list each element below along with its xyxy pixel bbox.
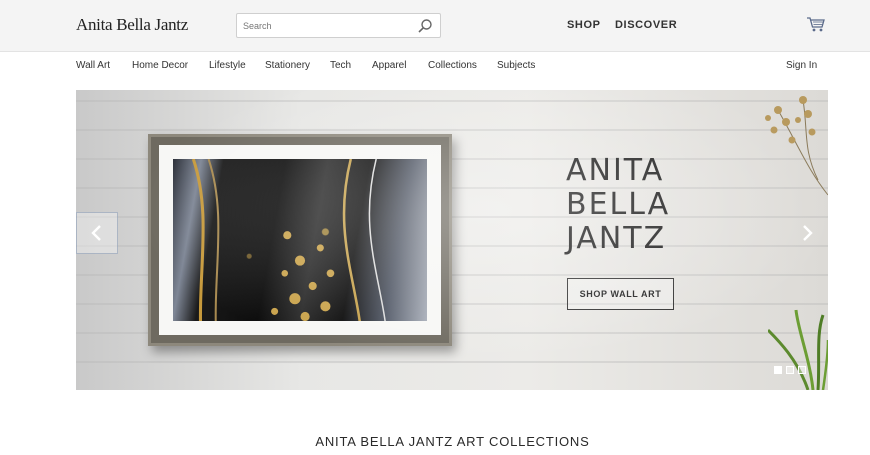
hero-title-line: ANITA (566, 153, 665, 188)
hero-title: ANITA BELLA JANTZ (566, 154, 726, 256)
carousel-prev-button[interactable] (76, 212, 118, 254)
category-collections[interactable]: Collections (428, 60, 477, 71)
carousel-dot[interactable] (786, 366, 794, 374)
search-input[interactable] (243, 17, 413, 35)
category-tech[interactable]: Tech (330, 60, 351, 71)
chevron-right-icon (803, 225, 813, 241)
section-title: ANITA BELLA JANTZ ART COLLECTIONS (315, 434, 590, 449)
hero-title-line: JANTZ (566, 221, 667, 256)
category-subjects[interactable]: Subjects (497, 60, 535, 71)
category-nav: Wall Art Home Decor Lifestyle Stationery… (0, 60, 870, 76)
plant-decoration (768, 309, 828, 390)
brand-logo[interactable]: Anita Bella Jantz (76, 15, 188, 35)
nav-discover[interactable]: DISCOVER (615, 19, 677, 31)
nav-shop[interactable]: SHOP (567, 19, 601, 31)
dried-flower-decoration (765, 96, 828, 196)
category-apparel[interactable]: Apparel (372, 60, 406, 71)
carousel-dot[interactable] (774, 366, 782, 374)
carousel-next-button[interactable] (786, 212, 828, 254)
top-bar: Anita Bella Jantz SHOP DISCOVER (0, 0, 870, 52)
abstract-art-image (173, 159, 427, 321)
cart-icon[interactable] (806, 14, 826, 34)
category-stationery[interactable]: Stationery (265, 60, 310, 71)
carousel-dot[interactable] (798, 366, 806, 374)
hero-carousel: ANITA BELLA JANTZ SHOP WALL ART (76, 90, 828, 390)
search-box (236, 13, 441, 38)
category-lifestyle[interactable]: Lifestyle (209, 60, 246, 71)
hero-title-line: BELLA (566, 187, 671, 222)
framed-artwork (148, 134, 452, 346)
carousel-indicators (774, 366, 806, 374)
chevron-left-icon (91, 225, 101, 241)
search-icon[interactable] (417, 18, 433, 34)
category-wall-art[interactable]: Wall Art (76, 60, 110, 71)
artwork-mat (159, 145, 441, 335)
sign-in-link[interactable]: Sign In (786, 60, 817, 71)
category-home-decor[interactable]: Home Decor (132, 60, 188, 71)
shop-wall-art-button[interactable]: SHOP WALL ART (567, 278, 674, 310)
